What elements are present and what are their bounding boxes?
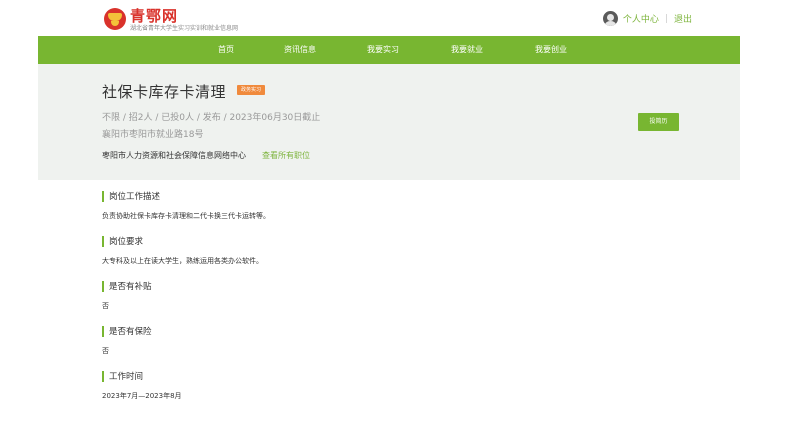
section-title: 岗位工作描述 — [109, 192, 161, 202]
section-body: 否 — [102, 347, 109, 355]
personal-center-link[interactable]: 个人中心 — [623, 12, 659, 25]
job-summary-banner: 社保卡库存卡清理 政务实习 不限 / 招2人 / 已投0人 / 发布 / 202… — [38, 64, 740, 180]
section-body: 2023年7月—2023年8月 — [102, 392, 182, 400]
section-subsidy: 是否有补贴 否 — [102, 280, 152, 311]
job-meta: 不限 / 招2人 / 已投0人 / 发布 / 2023年06月30日截止 — [102, 113, 321, 123]
section-insurance: 是否有保险 否 — [102, 325, 152, 356]
main-nav: 首页 资讯信息 我要实习 我要就业 我要创业 — [38, 36, 740, 64]
logout-link[interactable]: 退出 — [674, 12, 692, 25]
section-requirements: 岗位要求 大专科及以上在读大学生，熟练运用各类办公软件。 — [102, 235, 263, 266]
submit-resume-button[interactable]: 投简历 — [638, 113, 679, 131]
user-area: 个人中心 | 退出 — [602, 11, 692, 26]
nav-item-employment[interactable]: 我要就业 — [437, 36, 497, 64]
section-marker — [102, 325, 104, 337]
logo-title: 青鄂网 — [130, 7, 179, 25]
top-header: 青鄂网 湖北省青年大学生实习实训和就业信息网 个人中心 | 退出 — [0, 0, 800, 36]
section-body: 大专科及以上在读大学生，熟练运用各类办公软件。 — [102, 257, 263, 265]
section-title: 是否有补贴 — [109, 282, 152, 292]
site-logo[interactable]: 青鄂网 湖北省青年大学生实习实训和就业信息网 — [104, 8, 238, 33]
nav-item-entrepreneurship[interactable]: 我要创业 — [521, 36, 581, 64]
employer-name: 枣阳市人力资源和社会保障信息网络中心 — [102, 151, 246, 160]
youth-league-emblem-icon — [104, 8, 126, 30]
job-address: 襄阳市枣阳市就业路18号 — [102, 130, 204, 140]
section-body: 负责协助社保卡库存卡清理和二代卡换三代卡运转等。 — [102, 212, 270, 220]
section-job-description: 岗位工作描述 负责协助社保卡库存卡清理和二代卡换三代卡运转等。 — [102, 190, 270, 221]
nav-item-news[interactable]: 资讯信息 — [270, 36, 330, 64]
section-work-period: 工作时间 2023年7月—2023年8月 — [102, 370, 182, 401]
job-title: 社保卡库存卡清理 — [102, 83, 227, 101]
user-avatar-icon[interactable] — [602, 11, 618, 26]
section-marker — [102, 370, 104, 382]
job-category-badge: 政务实习 — [237, 85, 266, 95]
logo-subtitle: 湖北省青年大学生实习实训和就业信息网 — [130, 25, 239, 32]
divider: | — [664, 13, 668, 24]
section-title: 岗位要求 — [109, 237, 144, 247]
nav-item-internship[interactable]: 我要实习 — [353, 36, 413, 64]
nav-item-home[interactable]: 首页 — [196, 36, 256, 64]
section-title: 是否有保险 — [109, 327, 152, 337]
section-marker — [102, 190, 104, 202]
section-marker — [102, 235, 104, 247]
section-marker — [102, 280, 104, 292]
view-all-positions-link[interactable]: 查看所有职位 — [262, 150, 310, 161]
section-title: 工作时间 — [109, 372, 144, 382]
section-body: 否 — [102, 302, 109, 310]
